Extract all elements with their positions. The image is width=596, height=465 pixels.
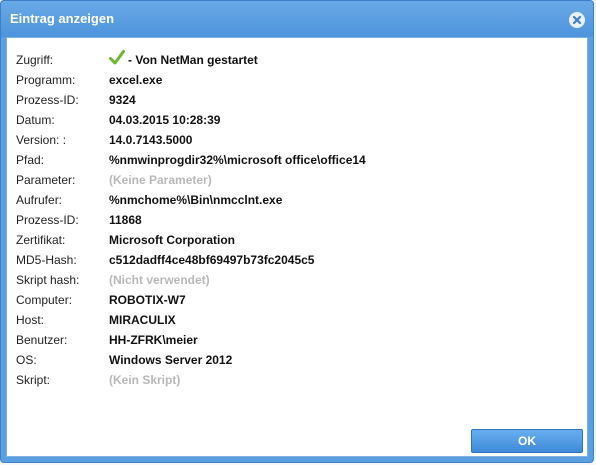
dialog-title: Eintrag anzeigen: [10, 11, 115, 26]
close-button[interactable]: [569, 12, 585, 28]
label-parameter: Parameter:: [16, 173, 76, 187]
label-benutzer: Benutzer:: [16, 333, 68, 347]
value-skript: (Kein Skript): [109, 373, 181, 387]
value-pfad: %nmwinprogdir32%\microsoft office\office…: [109, 153, 366, 167]
value-zugriff: - Von NetMan gestartet: [128, 53, 258, 67]
value-os: Windows Server 2012: [109, 353, 233, 367]
check-icon: [109, 50, 125, 65]
value-zertifikat: Microsoft Corporation: [109, 233, 235, 247]
value-benutzer: HH-ZFRK\meier: [109, 333, 198, 347]
value-caller-prozess-id: 11868: [109, 213, 142, 227]
label-md5-hash: MD5-Hash:: [16, 253, 77, 267]
value-programm: excel.exe: [109, 73, 163, 87]
entry-dialog: Eintrag anzeigen Zugriff: - Von NetMan g…: [0, 0, 594, 463]
value-skript-hash: (Nicht verwendet): [109, 273, 210, 287]
label-host: Host:: [16, 313, 45, 327]
value-computer: ROBOTIX-W7: [109, 293, 186, 307]
value-datum: 04.03.2015 10:28:39: [109, 113, 221, 127]
value-prozess-id: 9324: [109, 93, 136, 107]
value-aufrufer: %nmchome%\Bin\nmcclnt.exe: [109, 193, 283, 207]
label-prozess-id: Prozess-ID:: [16, 93, 79, 107]
label-caller-prozess-id: Prozess-ID:: [16, 213, 79, 227]
label-os: OS:: [16, 353, 37, 367]
label-skript-hash: Skript hash:: [16, 273, 80, 287]
close-circle-icon: [569, 12, 585, 28]
label-skript: Skript:: [16, 373, 51, 387]
ok-button[interactable]: OK: [471, 429, 583, 453]
label-computer: Computer:: [16, 293, 73, 307]
label-zugriff: Zugriff:: [16, 53, 54, 67]
dialog-content: Zugriff: - Von NetMan gestartet Programm…: [6, 37, 588, 457]
label-zertifikat: Zertifikat:: [16, 233, 66, 247]
value-version: 14.0.7143.5000: [109, 133, 193, 147]
dialog-titlebar: Eintrag anzeigen: [1, 1, 593, 37]
label-programm: Programm:: [16, 73, 76, 87]
label-datum: Datum:: [16, 113, 55, 127]
label-aufrufer: Aufrufer:: [16, 193, 63, 207]
label-version: Version: :: [16, 133, 67, 147]
value-host: MIRACULIX: [109, 313, 176, 327]
value-parameter: (Keine Parameter): [109, 173, 212, 187]
label-pfad: Pfad:: [16, 153, 45, 167]
value-md5-hash: c512dadff4ce48bf69497b73fc2045c5: [109, 253, 315, 267]
